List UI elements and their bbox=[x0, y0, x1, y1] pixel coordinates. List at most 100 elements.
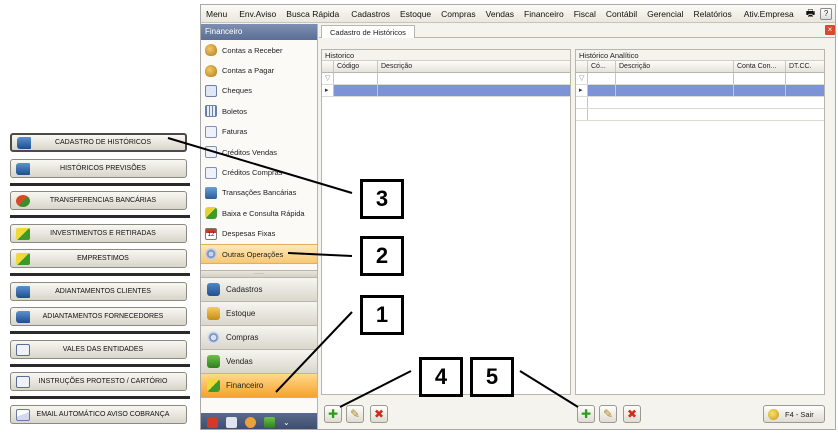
exit-button[interactable]: F4 - Sair bbox=[763, 405, 825, 423]
menu-item-vendas[interactable]: Vendas bbox=[481, 5, 519, 23]
filter-cell[interactable] bbox=[334, 73, 378, 84]
filter-cell[interactable] bbox=[786, 73, 824, 84]
sidebar-item-contas-pagar[interactable]: Contas a Pagar bbox=[201, 60, 317, 80]
analitico-delete-button[interactable]: ✖ bbox=[623, 405, 641, 423]
instrucoes-protesto-button[interactable]: INSTRUÇÕES PROTESTO / CARTÓRIO bbox=[10, 372, 187, 391]
menu-item-financeiro[interactable]: Financeiro bbox=[519, 5, 569, 23]
historico-delete-button[interactable]: ✖ bbox=[370, 405, 388, 423]
book-icon bbox=[16, 285, 30, 298]
module-label: Vendas bbox=[226, 357, 253, 367]
sidebar-item-despesas-fixas[interactable]: 12 Despesas Fixas bbox=[201, 224, 317, 244]
menu-item-contabil[interactable]: Contábil bbox=[601, 5, 642, 23]
button-label: ADIANTAMENTOS FORNECEDORES bbox=[42, 313, 164, 320]
sidebar-item-contas-receber[interactable]: Contas a Receber bbox=[201, 40, 317, 60]
sidebar-item-creditos-vendas[interactable]: Créditos Vendas bbox=[201, 142, 317, 162]
adiantamentos-fornecedores-button[interactable]: ADIANTAMENTOS FORNECEDORES bbox=[10, 307, 187, 326]
col-codigo[interactable]: Có... bbox=[588, 61, 616, 72]
cell bbox=[588, 97, 824, 108]
grid-indicator-col bbox=[576, 61, 588, 72]
row-indicator-icon: ▸ bbox=[322, 85, 334, 96]
menu-item-estoque[interactable]: Estoque bbox=[395, 5, 436, 23]
filter-cell[interactable] bbox=[588, 73, 616, 84]
menu-item-menu[interactable]: Menu bbox=[201, 5, 232, 23]
module-compras[interactable]: Compras bbox=[201, 326, 317, 351]
sidebar-item-label: Contas a Pagar bbox=[222, 66, 275, 76]
box-icon bbox=[207, 307, 220, 321]
menu-item-gerencial[interactable]: Gerencial bbox=[642, 5, 688, 23]
filter-icon[interactable] bbox=[226, 416, 237, 428]
module-vendas[interactable]: Vendas bbox=[201, 350, 317, 375]
money-arrow-icon bbox=[16, 252, 30, 265]
analitico-filter-row[interactable]: ▽ bbox=[576, 73, 824, 85]
document-icon bbox=[205, 166, 217, 179]
tab-close-icon[interactable]: × bbox=[825, 25, 835, 35]
module-label: Cadastros bbox=[226, 285, 263, 295]
historico-title: Historico bbox=[322, 50, 570, 61]
filter-cell[interactable] bbox=[734, 73, 786, 84]
chart-icon[interactable] bbox=[264, 416, 275, 428]
module-estoque[interactable]: Estoque bbox=[201, 302, 317, 327]
adiantamentos-clientes-button[interactable]: ADIANTAMENTOS CLIENTES bbox=[10, 282, 187, 301]
analitico-add-button[interactable]: ✚ bbox=[577, 405, 595, 423]
tab-cadastro-historicos[interactable]: Cadastro de Históricos bbox=[321, 25, 415, 38]
historico-grid-header: Código Descrição bbox=[322, 61, 570, 73]
email-aviso-cobranca-button[interactable]: EMAIL AUTOMÁTICO AVISO COBRANÇA bbox=[10, 405, 187, 424]
col-dt-cc[interactable]: DT.CC. bbox=[786, 61, 824, 72]
button-label: CADASTRO DE HISTÓRICOS bbox=[54, 139, 152, 146]
sidebar-item-cheques[interactable]: Cheques bbox=[201, 81, 317, 101]
sidebar-item-faturas[interactable]: Faturas bbox=[201, 122, 317, 142]
document-icon bbox=[205, 146, 217, 159]
historicos-previsoes-button[interactable]: HISTÓRICOS PREVISÕES bbox=[10, 159, 187, 178]
sidebar-splitter[interactable]: ····· bbox=[201, 270, 317, 279]
menu-item-relatorios[interactable]: Relatórios bbox=[688, 5, 736, 23]
col-codigo[interactable]: Código bbox=[334, 61, 378, 72]
analitico-panel: Histórico Analítico Có... Descrição Cont… bbox=[575, 49, 825, 395]
menu-item-compras[interactable]: Compras bbox=[436, 5, 480, 23]
sidebar-item-outras-operacoes[interactable]: Outras Operações bbox=[201, 243, 317, 265]
analitico-row[interactable] bbox=[576, 109, 824, 121]
menu-item-env-aviso[interactable]: Env.Aviso bbox=[234, 5, 281, 23]
analitico-row-selected[interactable]: ▸ bbox=[576, 85, 824, 97]
red-shape-icon[interactable] bbox=[207, 416, 218, 428]
sidebar-item-label: Outras Operações bbox=[222, 249, 284, 259]
col-descricao[interactable]: Descrição bbox=[378, 61, 570, 72]
investimentos-retiradas-button[interactable]: INVESTIMENTOS E RETIRADAS bbox=[10, 224, 187, 243]
sidebar-item-boletos[interactable]: Boletos bbox=[201, 101, 317, 121]
historico-edit-button[interactable]: ✎ bbox=[346, 405, 364, 423]
cadastro-historicos-button[interactable]: CADASTRO DE HISTÓRICOS bbox=[10, 133, 187, 152]
filter-cell[interactable] bbox=[378, 73, 570, 84]
sidebar-item-baixa-consulta[interactable]: Baixa e Consulta Rápida bbox=[201, 203, 317, 223]
calendar-icon: 12 bbox=[205, 227, 217, 240]
emprestimos-button[interactable]: EMPRESTIMOS bbox=[10, 249, 187, 268]
menu-item-cadastros[interactable]: Cadastros bbox=[346, 5, 395, 23]
analitico-edit-button[interactable]: ✎ bbox=[599, 405, 617, 423]
document-icon bbox=[16, 375, 30, 388]
analitico-row[interactable] bbox=[576, 97, 824, 109]
printer-icon[interactable]: 🖶 bbox=[801, 5, 820, 23]
col-descricao[interactable]: Descrição bbox=[616, 61, 734, 72]
sidebar-item-creditos-compras[interactable]: Créditos Compras bbox=[201, 162, 317, 182]
button-label: EMAIL AUTOMÁTICO AVISO COBRANÇA bbox=[36, 411, 170, 418]
user-icon[interactable] bbox=[245, 416, 256, 428]
vales-entidades-button[interactable]: VALES DAS ENTIDADES bbox=[10, 340, 187, 359]
col-conta-contabil[interactable]: Conta Con... bbox=[734, 61, 786, 72]
filter-cell[interactable] bbox=[616, 73, 734, 84]
historico-add-button[interactable]: ✚ bbox=[324, 405, 342, 423]
menu-item-busca-rapida[interactable]: Busca Rápida bbox=[281, 5, 344, 23]
module-label: Compras bbox=[226, 333, 259, 343]
historico-filter-row[interactable]: ▽ bbox=[322, 73, 570, 85]
sidebar-item-transacoes-bancarias[interactable]: Transações Bancárias bbox=[201, 183, 317, 203]
separator bbox=[10, 273, 190, 276]
historico-row-selected[interactable]: ▸ bbox=[322, 85, 570, 97]
transferencias-bancarias-button[interactable]: TRANSFERENCIAS BANCÁRIAS bbox=[10, 191, 187, 210]
module-cadastros[interactable]: Cadastros bbox=[201, 278, 317, 303]
sidebar-item-label: Créditos Compras bbox=[222, 168, 283, 178]
menu-item-fiscal[interactable]: Fiscal bbox=[569, 5, 601, 23]
chevron-down-icon[interactable]: ⌄ bbox=[283, 418, 290, 427]
sidebar-item-label: Cheques bbox=[222, 86, 253, 96]
button-label: VALES DAS ENTIDADES bbox=[62, 346, 144, 353]
help-icon[interactable]: ? bbox=[820, 7, 833, 20]
callout-3: 3 bbox=[360, 179, 404, 219]
module-financeiro[interactable]: Financeiro bbox=[201, 374, 317, 399]
menu-item-ativ-empresa[interactable]: Ativ.Empresa bbox=[739, 5, 799, 23]
